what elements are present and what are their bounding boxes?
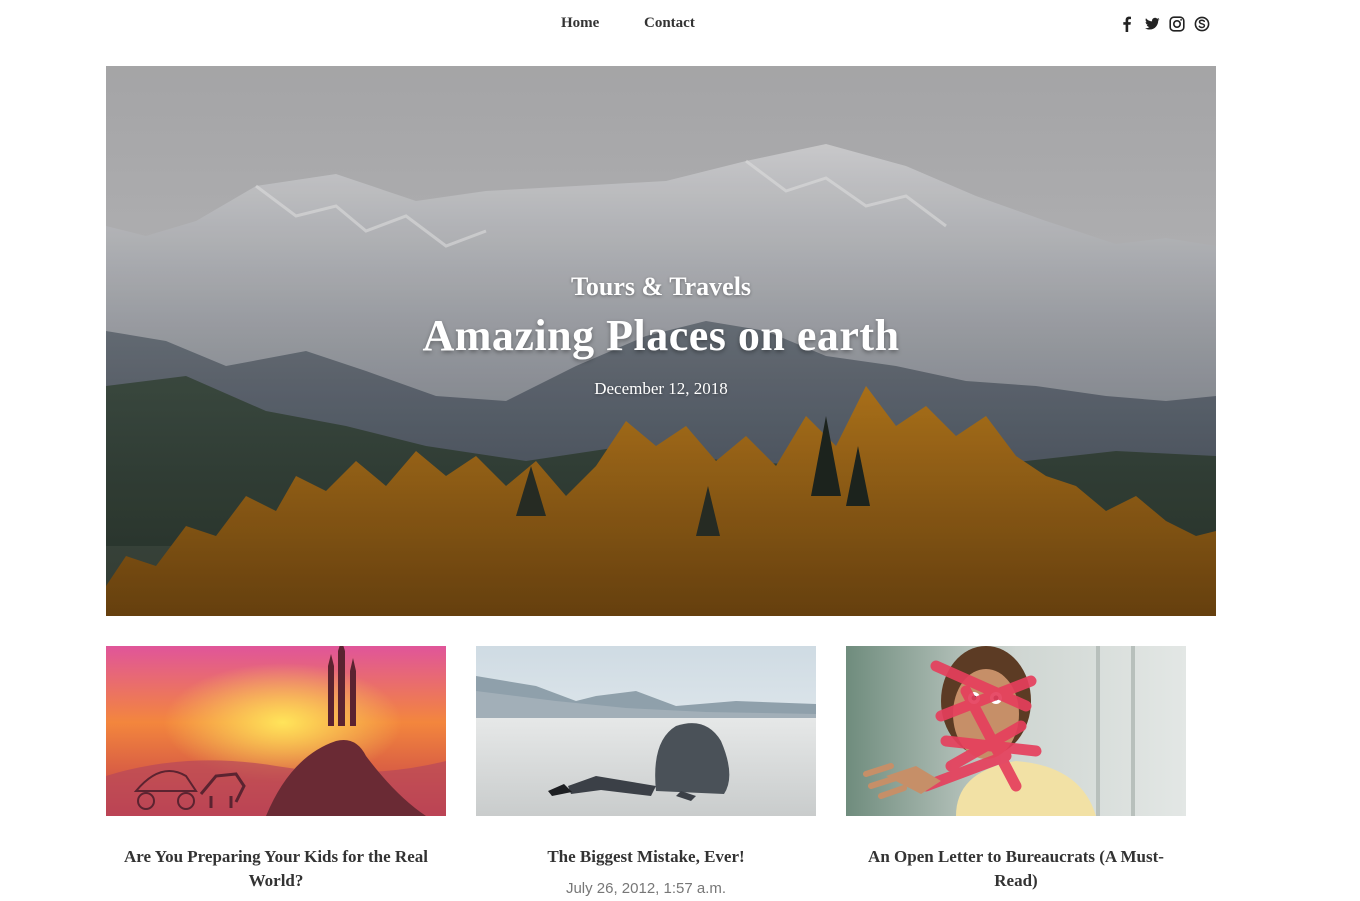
nav-home-link[interactable]: Home <box>561 15 599 32</box>
twitter-icon[interactable] <box>1143 15 1161 33</box>
hero-category[interactable]: Tours & Travels <box>106 272 1216 302</box>
post-card: Are You Preparing Your Kids for the Real… <box>106 646 446 901</box>
post-title[interactable]: Are You Preparing Your Kids for the Real… <box>116 845 436 893</box>
hero-text: Tours & Travels Amazing Places on earth … <box>106 66 1216 616</box>
facebook-icon[interactable] <box>1118 15 1136 33</box>
head-in-sand-image <box>476 646 816 816</box>
instagram-icon[interactable] <box>1168 15 1186 33</box>
post-title[interactable]: An Open Letter to Bureaucrats (A Must-Re… <box>856 845 1176 893</box>
post-card: An Open Letter to Bureaucrats (A Must-Re… <box>846 646 1186 901</box>
hero-title[interactable]: Amazing Places on earth <box>106 310 1216 361</box>
post-thumbnail[interactable] <box>106 646 446 816</box>
red-tape-woman-image <box>846 646 1186 816</box>
hero-date: December 12, 2018 <box>594 379 728 398</box>
post-thumbnail[interactable] <box>476 646 816 816</box>
social-links <box>1118 15 1213 33</box>
fairytale-castle-image <box>106 646 446 816</box>
nav-contact-link[interactable]: Contact <box>644 15 695 32</box>
hero-featured-post[interactable]: Tours & Travels Amazing Places on earth … <box>106 66 1216 616</box>
top-navigation: Home Contact <box>0 0 1360 50</box>
skype-icon[interactable] <box>1193 15 1211 33</box>
post-date: July 26, 2012, 1:57 a.m. <box>565 880 727 897</box>
post-title[interactable]: The Biggest Mistake, Ever! <box>486 845 806 869</box>
post-card: The Biggest Mistake, Ever! July 26, 2012… <box>476 646 816 901</box>
post-thumbnail[interactable] <box>846 646 1186 816</box>
